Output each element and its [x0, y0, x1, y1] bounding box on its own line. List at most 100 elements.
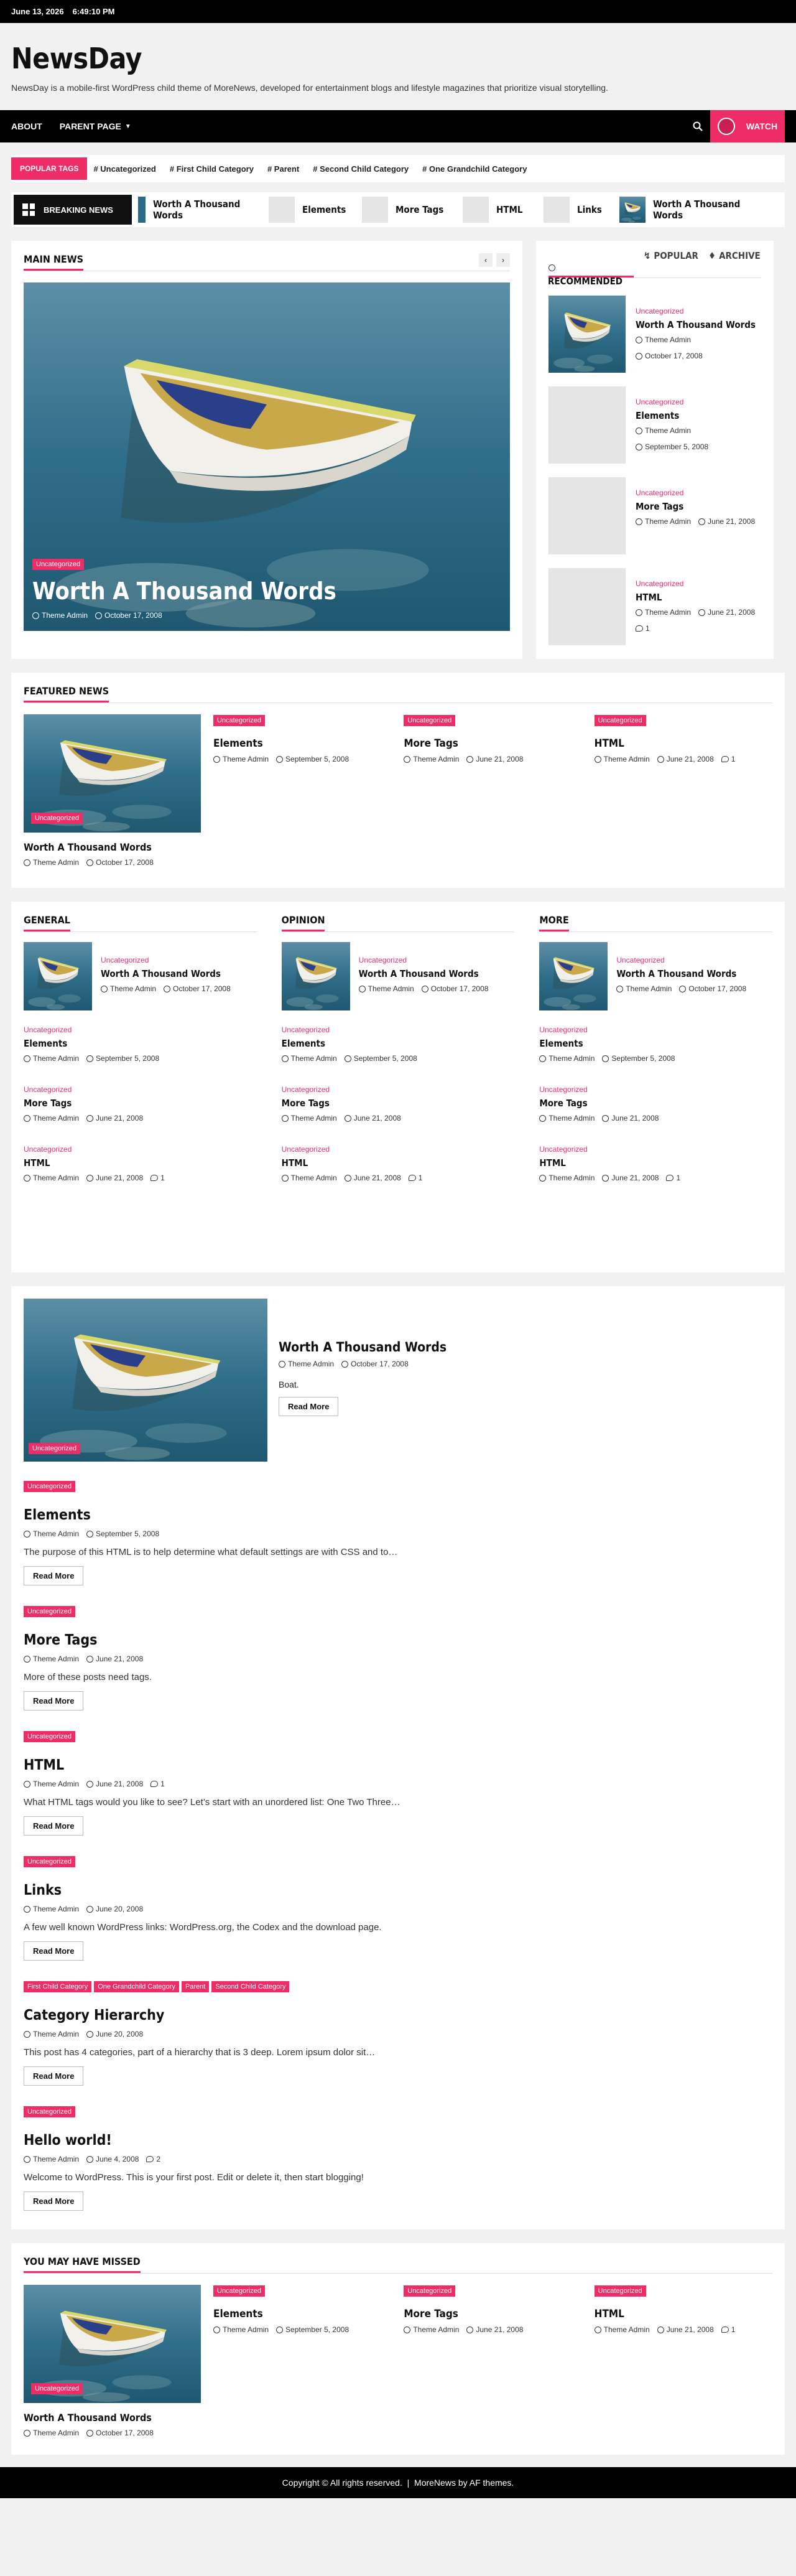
comment-count[interactable]: 1 — [160, 1174, 165, 1182]
comment-count[interactable]: 1 — [676, 1174, 680, 1182]
category-badge[interactable]: Parent — [181, 1981, 210, 1992]
author[interactable]: Theme Admin — [110, 984, 156, 993]
post-title[interactable]: Elements — [213, 2308, 391, 2320]
category-link[interactable]: Uncategorized — [24, 1085, 257, 1094]
author[interactable]: Theme Admin — [548, 1174, 595, 1182]
tag-link[interactable]: # First Child Category — [170, 164, 254, 174]
post-image[interactable]: Uncategorized — [24, 714, 201, 833]
read-more-button[interactable]: Read More — [279, 1397, 339, 1416]
hero-post-image[interactable]: Uncategorized Worth A Thousand Words The… — [24, 282, 510, 631]
post-image[interactable]: Uncategorized — [24, 2285, 201, 2403]
post-thumbnail[interactable] — [281, 942, 350, 1010]
post-thumbnail[interactable] — [548, 386, 626, 464]
hero-post-title[interactable]: Worth A Thousand Words — [32, 577, 336, 605]
author[interactable]: Theme Admin — [413, 2325, 459, 2334]
author[interactable]: Theme Admin — [645, 426, 691, 435]
read-more-button[interactable]: Read More — [24, 1566, 84, 1585]
category-link[interactable]: Uncategorized — [539, 1145, 772, 1154]
category-badge[interactable]: Uncategorized — [31, 813, 83, 824]
author[interactable]: Theme Admin — [33, 2155, 79, 2163]
author[interactable]: Theme Admin — [645, 608, 691, 617]
post-title[interactable]: HTML — [282, 1157, 515, 1169]
category-badge[interactable]: Uncategorized — [29, 1443, 80, 1454]
post-title[interactable]: Elements — [539, 1038, 772, 1049]
category-badge[interactable]: Uncategorized — [404, 2285, 456, 2297]
read-more-button[interactable]: Read More — [24, 2191, 84, 2211]
post-title[interactable]: Worth A Thousand Words — [359, 968, 489, 979]
post-title[interactable]: Worth A Thousand Words — [616, 968, 746, 979]
post-title[interactable]: Elements — [24, 1038, 257, 1049]
category-badge[interactable]: Uncategorized — [213, 715, 265, 726]
search-button[interactable] — [685, 110, 710, 142]
tag-link[interactable]: # One Grandchild Category — [422, 164, 527, 174]
read-more-button[interactable]: Read More — [24, 1816, 84, 1836]
author[interactable]: Theme Admin — [288, 1360, 334, 1368]
author[interactable]: Theme Admin — [33, 858, 79, 867]
category-link[interactable]: Uncategorized — [539, 1085, 772, 1094]
category-link[interactable]: Uncategorized — [359, 956, 489, 964]
post-title[interactable]: More Tags — [404, 2308, 581, 2320]
category-badge[interactable]: Uncategorized — [31, 2383, 83, 2394]
category-link[interactable]: Uncategorized — [24, 1145, 257, 1154]
post-title[interactable]: Hello world! — [24, 2132, 772, 2149]
ticker-item[interactable]: HTML — [463, 197, 537, 223]
post-thumbnail[interactable] — [548, 477, 626, 554]
author[interactable]: Theme Admin — [645, 335, 691, 344]
post-title[interactable]: More Tags — [282, 1098, 515, 1109]
category-link[interactable]: Uncategorized — [636, 307, 761, 315]
post-thumbnail[interactable] — [548, 568, 626, 645]
category-badge[interactable]: Uncategorized — [24, 2106, 75, 2117]
author[interactable]: Theme Admin — [33, 1654, 79, 1663]
tag-link[interactable]: # Parent — [267, 164, 299, 174]
post-title[interactable]: Worth A Thousand Words — [636, 319, 761, 330]
category-badge[interactable]: Uncategorized — [24, 1481, 75, 1492]
author[interactable]: Theme Admin — [291, 1054, 337, 1063]
ticker-item[interactable]: Elements — [269, 197, 356, 223]
post-title[interactable]: More Tags — [539, 1098, 772, 1109]
author[interactable]: Theme Admin — [33, 2429, 79, 2437]
tag-link[interactable]: # Uncategorized — [93, 164, 155, 174]
post-title[interactable]: More Tags — [24, 1632, 772, 1648]
read-more-button[interactable]: Read More — [24, 1691, 84, 1710]
author[interactable]: Theme Admin — [368, 984, 414, 993]
comment-count[interactable]: 1 — [160, 1780, 165, 1788]
post-title[interactable]: More Tags — [24, 1098, 257, 1109]
author[interactable]: Theme Admin — [33, 1114, 79, 1122]
category-link[interactable]: Uncategorized — [636, 579, 761, 588]
category-link[interactable]: Uncategorized — [636, 488, 755, 497]
category-link[interactable]: Uncategorized — [539, 1025, 772, 1034]
category-link[interactable]: Uncategorized — [282, 1085, 515, 1094]
author[interactable]: Theme Admin — [604, 755, 650, 763]
post-title[interactable]: HTML — [595, 2308, 772, 2320]
tag-link[interactable]: # Second Child Category — [313, 164, 409, 174]
category-badge[interactable]: Uncategorized — [594, 2285, 646, 2297]
category-badge[interactable]: First Child Category — [24, 1981, 92, 1992]
author[interactable]: Theme Admin — [33, 2030, 79, 2038]
author[interactable]: Theme Admin — [33, 1905, 79, 1913]
author[interactable]: Theme Admin — [33, 1174, 79, 1182]
category-badge[interactable]: Uncategorized — [404, 715, 456, 726]
post-title[interactable]: HTML — [24, 1157, 257, 1169]
post-title[interactable]: Elements — [213, 737, 391, 750]
category-link[interactable]: Uncategorized — [616, 956, 746, 964]
author[interactable]: Theme Admin — [33, 1529, 79, 1538]
post-title[interactable]: HTML — [24, 1757, 772, 1773]
author[interactable]: Theme Admin — [33, 1054, 79, 1063]
post-title[interactable]: Elements — [282, 1038, 515, 1049]
author[interactable]: Theme Admin — [548, 1054, 595, 1063]
category-badge[interactable]: One Grandchild Category — [94, 1981, 179, 1992]
category-link[interactable]: Uncategorized — [282, 1145, 515, 1154]
prev-arrow-button[interactable]: ‹ — [479, 253, 493, 267]
category-badge[interactable]: Uncategorized — [24, 1856, 75, 1867]
category-badge[interactable]: Uncategorized — [24, 1606, 75, 1617]
tab-popular[interactable]: ↯ Popular — [644, 250, 698, 278]
post-title[interactable]: Elements — [636, 410, 761, 421]
category-badge[interactable]: Uncategorized — [32, 559, 84, 570]
ticker-item[interactable]: Worth A Thousand Words — [619, 197, 756, 223]
post-thumbnail[interactable] — [548, 296, 626, 373]
author[interactable]: Theme Admin — [33, 1780, 79, 1788]
post-title[interactable]: More Tags — [636, 501, 755, 512]
tab-recommended[interactable]: Recommended — [548, 262, 634, 287]
comment-count[interactable]: 1 — [646, 624, 650, 633]
category-badge[interactable]: Second Child Category — [211, 1981, 290, 1992]
